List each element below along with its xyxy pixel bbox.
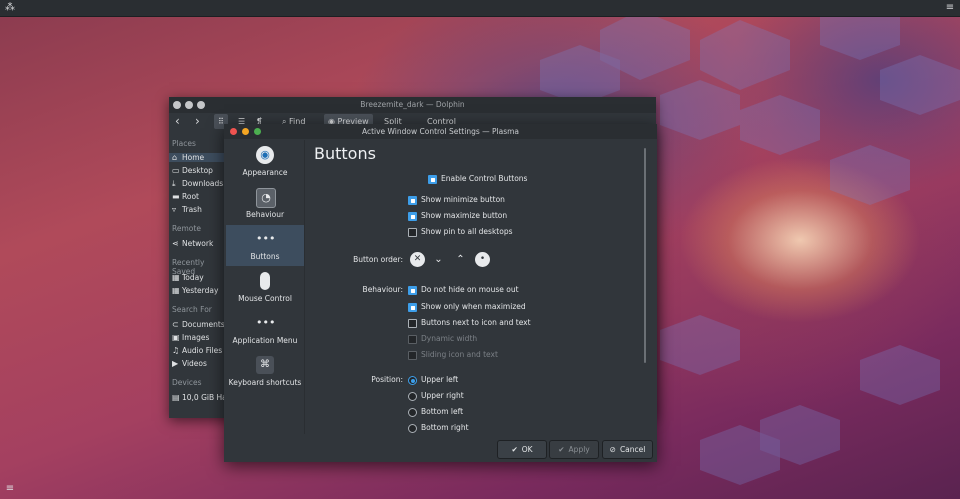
- places-item-network[interactable]: ⋖ Network: [172, 239, 213, 248]
- category-application-menu[interactable]: ••• Application Menu: [226, 309, 304, 350]
- hamburger-icon[interactable]: ≡: [944, 2, 956, 14]
- remote-header: Remote: [172, 224, 201, 233]
- back-icon[interactable]: ‹: [175, 114, 180, 129]
- calendar-icon: ▦: [172, 273, 180, 282]
- checkbox-box: [428, 175, 437, 184]
- radio-circle: [408, 424, 417, 433]
- category-appearance[interactable]: ◉ Appearance: [226, 141, 304, 182]
- places-item-yesterday[interactable]: ▦ Yesterday: [172, 286, 218, 295]
- position-label: Position:: [371, 375, 403, 384]
- category-buttons[interactable]: ••• Buttons: [226, 225, 304, 266]
- cancel-icon: ⊘: [609, 445, 616, 454]
- calendar-icon: ▦: [172, 286, 180, 295]
- checkbox-box: [408, 351, 417, 360]
- settings-titlebar: Active Window Control Settings — Plasma: [224, 124, 657, 139]
- checkbox-box: [408, 212, 417, 221]
- top-panel: ⁂ ≡: [0, 0, 960, 17]
- button-order-label: Button order:: [353, 255, 403, 264]
- desktop-icon: ▭: [172, 166, 180, 175]
- page-title: Buttons: [314, 144, 376, 163]
- check-icon: ✔: [558, 445, 565, 454]
- checkbox-box: [408, 335, 417, 344]
- maximize-icon[interactable]: ⌃: [453, 252, 468, 267]
- places-item-videos[interactable]: ▶ Videos: [172, 359, 207, 368]
- dolphin-titlebar: Breezemite_dark — Dolphin: [169, 97, 656, 113]
- document-icon: ⊂: [172, 320, 179, 329]
- checkbox-box: [408, 319, 417, 328]
- pin-icon[interactable]: •: [475, 252, 490, 267]
- bottom-menu-icon[interactable]: ≡: [4, 483, 16, 495]
- places-panel: Places ⌂ Home ▭ Desktop ⤓ Downloads ▬ Root ▿…: [169, 131, 226, 418]
- harddrive-icon: ▤: [172, 393, 180, 402]
- behaviour-label: Behaviour:: [362, 285, 403, 294]
- check-icon: ✔: [511, 445, 518, 454]
- places-item-harddrive[interactable]: ▤10,0 GiB Hard Drive: [172, 393, 226, 402]
- radio-circle: [408, 408, 417, 417]
- image-icon: ▣: [172, 333, 180, 342]
- network-icon: ⋖: [172, 239, 179, 248]
- places-item-home[interactable]: ⌂ Home: [169, 153, 226, 162]
- video-icon: ▶: [172, 359, 179, 368]
- radio-circle: [408, 376, 417, 385]
- places-item-trash[interactable]: ▿ Trash: [172, 205, 202, 214]
- home-icon: ⌂: [172, 153, 178, 162]
- category-behaviour[interactable]: ◔ Behaviour: [226, 183, 304, 224]
- settings-window: Active Window Control Settings — Plasma …: [224, 124, 657, 462]
- close-icon[interactable]: ✕: [410, 252, 425, 267]
- settings-title-text: Active Window Control Settings — Plasma: [361, 127, 520, 136]
- places-item-documents[interactable]: ⊂ Documents: [172, 320, 225, 329]
- sidebar-divider: [304, 140, 305, 434]
- places-header: Places: [172, 139, 196, 148]
- scrollbar[interactable]: [644, 148, 646, 363]
- checkbox-box: [408, 196, 417, 205]
- buttons-icon: •••: [256, 232, 276, 245]
- forward-icon[interactable]: ›: [195, 114, 200, 129]
- checkbox-box: [408, 228, 417, 237]
- apply-button[interactable]: ✔ Apply: [549, 440, 599, 459]
- places-item-desktop[interactable]: ▭ Desktop: [172, 166, 213, 175]
- mouse-icon: [260, 272, 270, 290]
- trash-icon: ▿: [172, 205, 177, 214]
- dolphin-title-text: Breezemite_dark — Dolphin: [360, 100, 465, 109]
- download-icon: ⤓: [172, 179, 176, 188]
- checkbox-box: [408, 286, 417, 295]
- kde-icon[interactable]: ⁂: [4, 2, 16, 14]
- ok-button[interactable]: ✔ OK: [497, 440, 547, 459]
- settings-category-list: ◉ Appearance ◔ Behaviour ••• Buttons Mou…: [226, 140, 304, 434]
- radio-circle: [408, 392, 417, 401]
- music-icon: ♫: [172, 346, 180, 355]
- search-header: Search For: [172, 305, 212, 314]
- appearance-icon: ◉: [256, 146, 274, 164]
- places-item-audio[interactable]: ♫ Audio Files: [172, 346, 222, 355]
- places-item-downloads[interactable]: ⤓ Downloads: [172, 179, 223, 189]
- places-item-root[interactable]: ▬ Root: [172, 192, 199, 201]
- application-menu-icon: •••: [256, 316, 276, 329]
- places-item-today[interactable]: ▦ Today: [172, 273, 204, 282]
- checkbox-box: [408, 303, 417, 312]
- places-item-images[interactable]: ▣ Images: [172, 333, 209, 342]
- category-mouse-control[interactable]: Mouse Control: [226, 267, 304, 308]
- keyboard-shortcuts-icon: ⌘: [256, 356, 274, 374]
- devices-header: Devices: [172, 378, 202, 387]
- minimize-icon[interactable]: ⌄: [431, 252, 446, 267]
- folder-icon: ▬: [172, 192, 180, 201]
- category-keyboard-shortcuts[interactable]: ⌘ Keyboard shortcuts: [226, 351, 304, 392]
- behaviour-icon: ◔: [256, 188, 276, 208]
- cancel-button[interactable]: ⊘ Cancel: [602, 440, 653, 459]
